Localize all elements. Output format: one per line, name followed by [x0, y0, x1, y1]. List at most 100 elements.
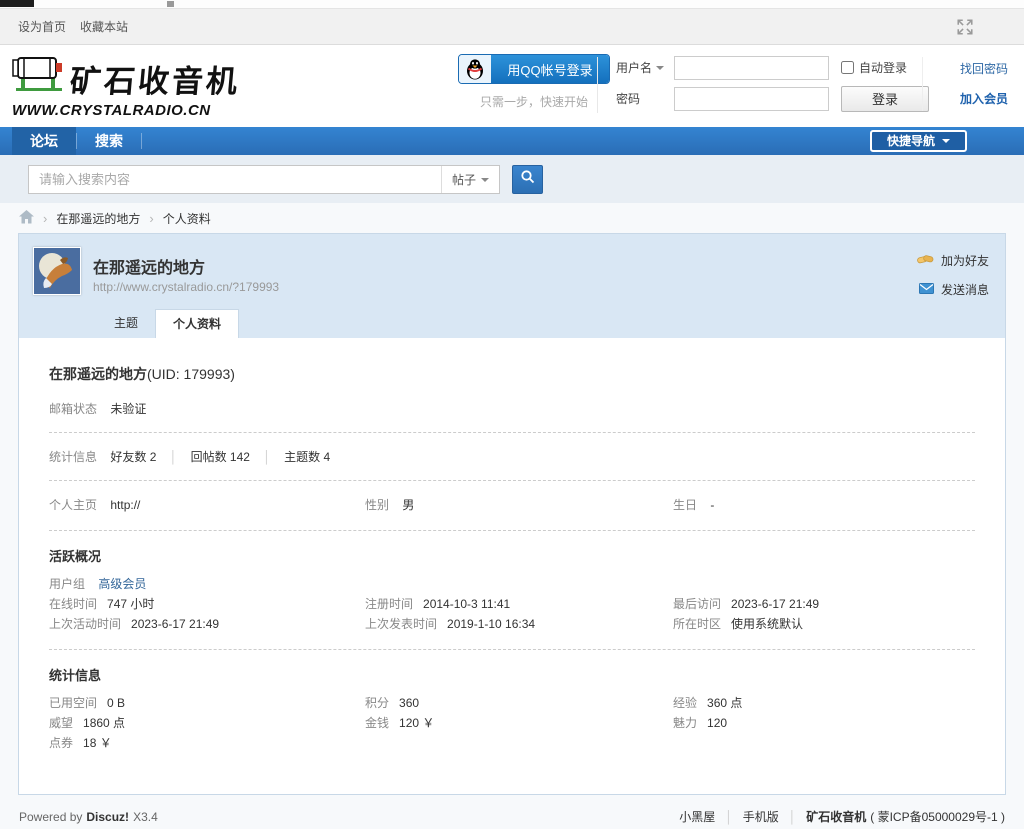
homepage-cell: 个人主页 http:// — [49, 496, 365, 515]
site-logo[interactable]: 矿石收音机 WWW.CRYSTALRADIO.CN — [12, 50, 242, 119]
site-name: 矿石收音机 — [68, 64, 242, 101]
search-button[interactable] — [512, 165, 543, 194]
gender-cell: 性别 男 — [365, 496, 673, 515]
expand-icon[interactable] — [956, 18, 974, 36]
divider — [49, 480, 975, 481]
divider — [49, 530, 975, 531]
experience-value: 360 点 — [707, 696, 743, 710]
friends-count[interactable]: 好友数 2 — [110, 450, 156, 464]
mobile-version-link[interactable]: 手机版 — [743, 808, 779, 825]
discuz-brand-link[interactable]: Discuz! — [86, 810, 129, 824]
charm-label: 魅力 — [673, 716, 698, 730]
footer: Powered by Discuz! X3.4 小黑屋 │ 手机版 │ 矿石收音… — [0, 795, 1024, 829]
replies-count[interactable]: 回帖数 142 — [191, 450, 250, 464]
username-label-wrap[interactable]: 用户名 — [616, 59, 674, 76]
profile-body: 在那遥远的地方(UID: 179993) 邮箱状态 未验证 统计信息 好友数 2… — [19, 338, 1005, 794]
statistics-row: 已用空间 0 B 积分 360 经验 360 点 — [49, 694, 975, 713]
last-active-label: 上次活动时间 — [49, 617, 122, 631]
search-input[interactable] — [29, 166, 441, 193]
breadcrumb-item-profile: 个人资料 — [162, 211, 211, 226]
search-box: 帖子 — [28, 165, 500, 194]
tab-threads[interactable]: 主题 — [97, 309, 155, 338]
pipe-separator: │ — [788, 809, 797, 824]
experience-label: 经验 — [673, 696, 698, 710]
breadcrumb-separator: › — [43, 210, 48, 226]
money-value: 120 ￥ — [399, 716, 435, 730]
password-label-wrap: 密码 — [616, 90, 674, 107]
divider — [49, 432, 975, 433]
online-time-value: 747 小时 — [107, 597, 155, 611]
darkroom-link[interactable]: 小黑屋 — [679, 808, 715, 825]
coupons-label: 点券 — [49, 736, 74, 750]
username-input[interactable] — [674, 55, 829, 80]
search-bar: 帖子 — [0, 155, 1024, 203]
last-post-label: 上次发表时间 — [365, 617, 438, 631]
nav-separator — [141, 133, 142, 149]
breadcrumb: › 在那遥远的地方 › 个人资料 — [0, 203, 1024, 233]
profile-username: 在那遥远的地方 — [93, 260, 206, 277]
user-group-value[interactable]: 高级会员 — [98, 577, 146, 591]
credits-value: 360 — [399, 696, 420, 710]
handshake-icon — [917, 253, 934, 269]
home-icon[interactable] — [19, 209, 34, 227]
profile-url[interactable]: http://www.crystalradio.cn/?179993 — [93, 280, 279, 294]
username-caret-icon — [656, 65, 665, 70]
pipe-separator: │ — [725, 809, 733, 824]
quick-nav-button[interactable]: 快捷导航 — [869, 130, 967, 152]
nav-item-forum[interactable]: 论坛 — [12, 127, 76, 155]
search-type-select[interactable]: 帖子 — [441, 166, 499, 193]
charm-value: 120 — [707, 716, 728, 730]
login-form: 用户名 自动登录 密码 登录 找回密码 加入会员 — [616, 55, 1008, 117]
add-friend-label: 加为好友 — [940, 254, 989, 268]
password-label: 密码 — [616, 92, 641, 106]
breadcrumb-item-user[interactable]: 在那遥远的地方 — [56, 210, 140, 227]
footer-site-link[interactable]: 矿石收音机 — [806, 808, 866, 825]
register-time-label: 注册时间 — [365, 597, 414, 611]
find-password-link[interactable]: 找回密码 — [960, 60, 1008, 77]
qq-login-label: 用QQ帐号登录 — [491, 55, 609, 83]
last-visit-value: 2023-6-17 21:49 — [731, 597, 820, 611]
statistics-section-title: 统计信息 — [49, 668, 102, 683]
profile-card: 在那遥远的地方 http://www.crystalradio.cn/?1799… — [18, 233, 1006, 795]
activity-row: 上次活动时间 2023-6-17 21:49 上次发表时间 2019-1-10 16… — [49, 615, 975, 634]
login-button[interactable]: 登录 — [841, 85, 929, 112]
join-member-link[interactable]: 加入会员 — [960, 90, 1008, 107]
threads-count[interactable]: 主题数 4 — [284, 450, 330, 464]
tab-profile[interactable]: 个人资料 — [155, 309, 240, 338]
password-input[interactable] — [674, 86, 829, 111]
discuz-version: X3.4 — [133, 809, 158, 824]
search-type-label: 帖子 — [451, 173, 476, 187]
avatar[interactable] — [33, 247, 81, 295]
email-status-row: 邮箱状态 未验证 — [49, 400, 975, 417]
online-time-label: 在线时间 — [49, 597, 98, 611]
money-label: 金钱 — [365, 716, 390, 730]
qq-login-button[interactable]: 用QQ帐号登录 — [458, 54, 610, 84]
icp-number[interactable]: ( 蒙ICP备05000029号-1 ) — [870, 808, 1005, 825]
browser-strip — [0, 0, 1024, 8]
pipe-separator: │ — [263, 450, 271, 464]
divider — [49, 649, 975, 650]
set-home-link[interactable]: 设为首页 — [18, 18, 66, 35]
coil-logo-icon — [12, 50, 66, 99]
homepage-value: http:// — [110, 498, 141, 512]
birthday-cell: 生日 - — [673, 496, 975, 515]
statistics-row: 威望 1860 点 金钱 120 ￥ 魅力 120 — [49, 714, 975, 733]
profile-header-band: 在那遥远的地方 http://www.crystalradio.cn/?1799… — [19, 234, 1005, 338]
add-friend-button[interactable]: 加为好友 — [917, 252, 989, 269]
used-space-value: 0 B — [107, 696, 126, 710]
uid-value: (UID: 179993) — [147, 366, 235, 382]
breadcrumb-separator: › — [149, 210, 154, 226]
bookmark-link[interactable]: 收藏本站 — [80, 18, 128, 35]
quick-nav-label: 快捷导航 — [886, 134, 935, 148]
send-message-button[interactable]: 发送消息 — [917, 281, 989, 298]
activity-section-title: 活跃概况 — [49, 549, 102, 564]
user-group-label: 用户组 — [49, 577, 86, 591]
nav-item-search[interactable]: 搜索 — [77, 127, 141, 155]
header-divider — [597, 57, 598, 113]
qq-penguin-icon — [459, 55, 491, 83]
auto-login-checkbox[interactable] — [841, 61, 854, 74]
qq-login-hint: 只需一步，快速开始 — [479, 95, 588, 109]
login-form-divider — [922, 57, 923, 111]
stats-summary-row: 统计信息 好友数 2 │ 回帖数 142 │ 主题数 4 — [49, 448, 975, 465]
personal-info-row: 个人主页 http:// 性别 男 生日 - — [49, 496, 975, 515]
